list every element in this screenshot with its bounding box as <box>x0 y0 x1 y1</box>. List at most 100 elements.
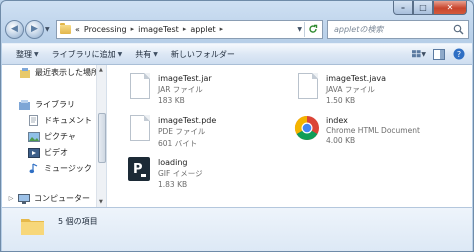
file-list: imageTest.jar JAR ファイル 183 KB imageTest.… <box>108 65 472 207</box>
nav-item-label: ピクチャ <box>44 132 76 141</box>
preview-pane-button[interactable] <box>432 47 446 61</box>
folder-icon <box>60 22 71 34</box>
new-folder-button[interactable]: 新しいフォルダー <box>171 49 235 60</box>
documents-icon <box>28 115 40 126</box>
file-type: Chrome HTML Document <box>326 126 420 135</box>
file-name: imageTest.java <box>326 74 386 83</box>
breadcrumb-applet[interactable]: applet <box>190 25 215 34</box>
scrollbar-thumb[interactable] <box>98 113 106 163</box>
music-icon <box>28 163 40 174</box>
chevron-down-icon: ▼ <box>153 50 158 58</box>
organize-menu[interactable]: 整理 ▼ <box>16 49 39 60</box>
expand-arrow-icon[interactable]: ▷ <box>8 194 14 204</box>
file-type: GIF イメージ <box>158 169 203 178</box>
forward-button[interactable]: ▶ <box>25 19 44 39</box>
forward-arrow-icon: ▶ <box>31 24 38 34</box>
back-arrow-icon: ◀ <box>11 24 18 34</box>
breadcrumb-prefix[interactable]: « <box>75 25 80 34</box>
chrome-icon <box>294 115 320 143</box>
search-placeholder: appletの検索 <box>334 24 384 34</box>
nav-item-label: ライブラリ <box>35 100 75 109</box>
details-pane: 5 個の項目 <box>2 207 472 251</box>
file-name: loading <box>158 158 188 167</box>
refresh-icon <box>308 24 317 33</box>
svg-text:?: ? <box>457 50 461 59</box>
library-icon <box>19 99 31 110</box>
navigation-scrollbar[interactable]: ▲ ▼ <box>96 65 106 207</box>
recent-places-icon <box>19 67 31 78</box>
help-button[interactable]: ? <box>452 47 466 61</box>
recent-pages-dropdown[interactable]: ▼ <box>45 26 53 33</box>
file-item[interactable]: imageTest.jar JAR ファイル 183 KB <box>130 73 300 105</box>
videos-icon <box>28 147 40 158</box>
file-item[interactable]: P loading GIF イメージ 1.83 KB <box>128 157 298 189</box>
preview-pane-icon <box>433 48 445 60</box>
file-item[interactable]: imageTest.java JAVA ファイル 1.50 KB <box>298 73 468 105</box>
nav-item-recent[interactable]: 最近表示した場所 <box>19 67 99 78</box>
nav-item-library[interactable]: ライブラリ <box>19 99 75 110</box>
file-type: JAR ファイル <box>158 85 203 94</box>
toolbar-right: ▼ ? <box>412 47 466 61</box>
file-size: 4.00 KB <box>326 136 356 145</box>
chevron-down-icon: ▼ <box>421 50 426 58</box>
add-to-library-menu[interactable]: ライブラリに追加 ▼ <box>52 49 123 60</box>
breadcrumb-imagetest[interactable]: imageTest <box>138 25 179 34</box>
file-item[interactable]: index Chrome HTML Document 4.00 KB <box>294 115 464 145</box>
breadcrumb-separator-icon[interactable]: ▸ <box>183 25 187 33</box>
file-type: PDE ファイル <box>158 127 206 136</box>
view-grid-icon <box>412 49 421 57</box>
share-label: 共有 <box>135 49 152 59</box>
file-size: 601 バイト <box>158 139 198 148</box>
nav-item-music[interactable]: ミュージック <box>28 163 92 174</box>
nav-item-label: ミュージック <box>44 164 92 173</box>
breadcrumb-separator-icon[interactable]: ▸ <box>131 25 135 33</box>
address-dropdown-icon[interactable]: ▼ <box>297 26 302 33</box>
navigation-row: ◀ ▶ ▼ « Processing ▸ imageTest ▸ applet … <box>5 18 469 40</box>
refresh-button[interactable] <box>304 21 320 37</box>
scroll-down-icon[interactable]: ▼ <box>99 199 103 205</box>
nav-item-videos[interactable]: ビデオ <box>28 147 68 158</box>
chevron-down-icon: ▼ <box>34 50 39 58</box>
pictures-icon <box>28 131 40 142</box>
nav-item-computer[interactable]: ▷ コンピューター <box>8 193 90 204</box>
folder-icon <box>21 219 44 235</box>
add-to-library-label: ライブラリに追加 <box>51 49 116 59</box>
file-size: 183 KB <box>158 96 185 105</box>
nav-item-label: ドキュメント <box>44 116 92 125</box>
caption-buttons: – □ ✕ <box>393 1 467 15</box>
file-size: 1.83 KB <box>158 180 188 189</box>
file-name: imageTest.pde <box>158 116 217 125</box>
search-input[interactable]: appletの検索 <box>327 19 469 39</box>
share-menu[interactable]: 共有 ▼ <box>135 49 158 60</box>
item-count-status: 5 個の項目 <box>58 217 98 226</box>
view-options-button[interactable]: ▼ <box>412 47 426 61</box>
file-name: imageTest.jar <box>158 74 212 83</box>
address-bar[interactable]: « Processing ▸ imageTest ▸ applet ▸ ▼ <box>56 19 323 39</box>
nav-item-documents[interactable]: ドキュメント <box>28 115 92 126</box>
breadcrumb-separator-icon[interactable]: ▸ <box>220 25 224 33</box>
document-icon <box>130 73 152 101</box>
content-area: 最近表示した場所 ライブラリ ドキュメント ピクチャ ビデオ ミュージック ▷ … <box>2 65 472 207</box>
computer-icon <box>18 193 30 204</box>
document-icon <box>130 115 152 143</box>
file-type: JAVA ファイル <box>326 85 375 94</box>
file-item[interactable]: imageTest.pde PDE ファイル 601 バイト <box>130 115 300 149</box>
command-bar: 整理 ▼ ライブラリに追加 ▼ 共有 ▼ 新しいフォルダー ▼ ? <box>2 43 472 65</box>
back-button[interactable]: ◀ <box>5 19 24 39</box>
new-folder-label: 新しいフォルダー <box>170 49 235 59</box>
processing-icon: P <box>128 157 152 185</box>
navigation-pane: 最近表示した場所 ライブラリ ドキュメント ピクチャ ビデオ ミュージック ▷ … <box>2 65 107 207</box>
close-button[interactable]: ✕ <box>433 1 467 15</box>
document-icon <box>298 73 320 101</box>
nav-item-label: 最近表示した場所 <box>35 68 99 77</box>
minimize-button[interactable]: – <box>393 1 413 15</box>
explorer-window: – □ ✕ ◀ ▶ ▼ « Processing ▸ imageTest ▸ a… <box>0 0 474 252</box>
scroll-up-icon[interactable]: ▲ <box>99 67 103 73</box>
maximize-button[interactable]: □ <box>413 1 433 15</box>
organize-label: 整理 <box>16 49 32 59</box>
search-icon[interactable] <box>453 24 464 35</box>
file-size: 1.50 KB <box>326 96 356 105</box>
nav-item-pictures[interactable]: ピクチャ <box>28 131 76 142</box>
help-icon: ? <box>453 48 465 60</box>
breadcrumb-processing[interactable]: Processing <box>84 25 127 34</box>
